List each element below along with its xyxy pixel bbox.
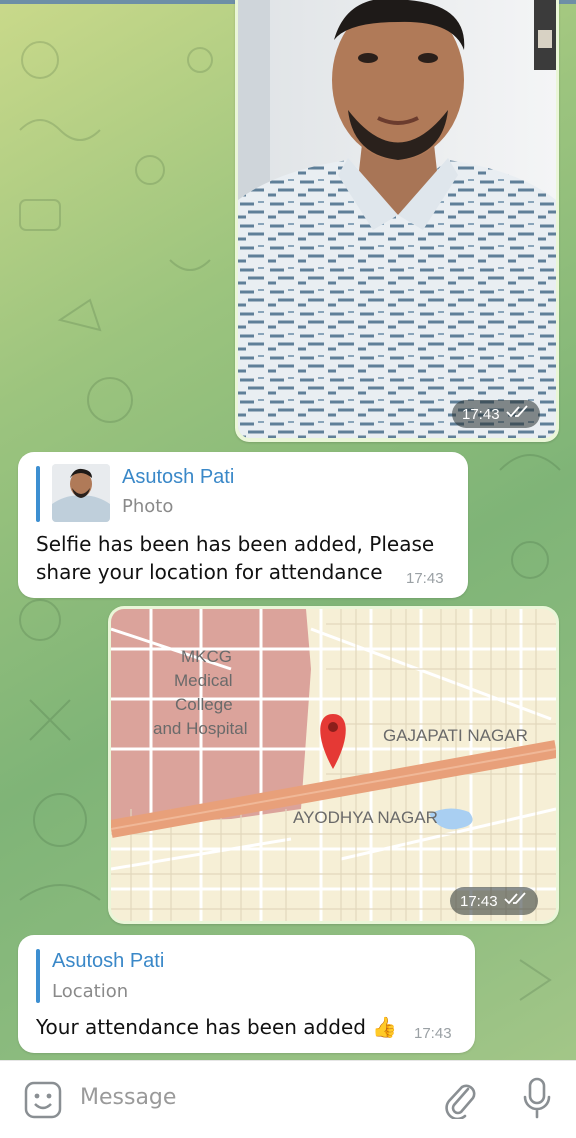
quoted-message-type: Location bbox=[52, 981, 129, 1002]
map-image: MKCG Medical College and Hospital GAJAPA… bbox=[111, 609, 556, 921]
map-label-mkcg: MKCG bbox=[181, 647, 232, 666]
message-text: Your attendance has been added 👍 bbox=[36, 1015, 398, 1039]
outgoing-photo-message[interactable]: 17:43 bbox=[235, 0, 559, 442]
outgoing-location-message[interactable]: MKCG Medical College and Hospital GAJAPA… bbox=[108, 606, 559, 924]
mic-icon[interactable] bbox=[522, 1077, 552, 1121]
selfie-photo[interactable]: 17:43 bbox=[238, 0, 556, 438]
message-input-bar: Message bbox=[0, 1060, 576, 1138]
map-timestamp: 17:43 bbox=[450, 887, 538, 915]
map-label-gajapati: GAJAPATI NAGAR bbox=[383, 726, 528, 745]
attach-icon[interactable] bbox=[442, 1079, 478, 1121]
quoted-photo-thumbnail[interactable] bbox=[52, 464, 110, 522]
map-time: 17:43 bbox=[460, 892, 498, 910]
incoming-message-reply[interactable]: Asutosh Pati Photo Selfie has been has b… bbox=[18, 452, 468, 598]
message-input[interactable]: Message bbox=[80, 1085, 176, 1110]
message-text-line-1: Selfie has been has been added, Please bbox=[36, 532, 435, 556]
location-map[interactable]: MKCG Medical College and Hospital GAJAPA… bbox=[111, 609, 556, 921]
photo-time: 17:43 bbox=[462, 405, 500, 423]
emoji-icon[interactable] bbox=[24, 1081, 62, 1119]
quoted-sender-name[interactable]: Asutosh Pati bbox=[52, 950, 164, 973]
message-time: 17:43 bbox=[414, 1025, 452, 1042]
incoming-message-reply[interactable]: Asutosh Pati Location Your attendance ha… bbox=[18, 935, 475, 1053]
reply-accent-bar bbox=[36, 466, 40, 522]
map-label-ayodhya: AYODHYA NAGAR bbox=[293, 808, 438, 827]
quoted-sender-name[interactable]: Asutosh Pati bbox=[122, 466, 234, 489]
map-label-college: College bbox=[175, 695, 233, 714]
map-label-medical: Medical bbox=[174, 671, 233, 690]
message-time: 17:43 bbox=[406, 570, 444, 587]
message-text-line-2: share your location for attendance bbox=[36, 560, 383, 584]
selfie-image bbox=[238, 0, 556, 438]
photo-timestamp: 17:43 bbox=[452, 400, 540, 428]
double-check-icon bbox=[503, 892, 528, 910]
reply-accent-bar bbox=[36, 949, 40, 1003]
quoted-message-type: Photo bbox=[122, 496, 174, 517]
map-label-hospital: and Hospital bbox=[153, 719, 248, 738]
double-check-icon bbox=[505, 405, 530, 423]
